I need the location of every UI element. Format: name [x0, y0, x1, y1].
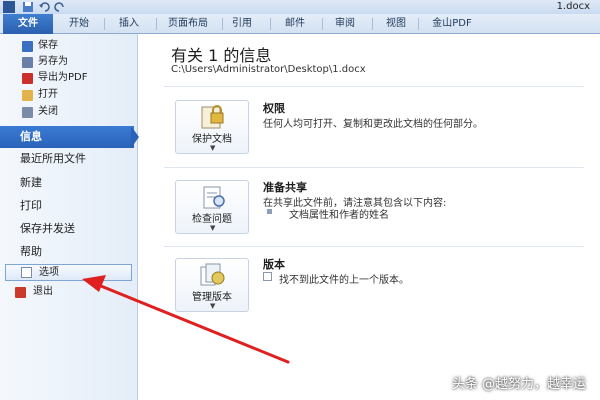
watermark: 头条 @越努力，越幸运 [451, 377, 586, 392]
annotation-arrow [82, 275, 290, 364]
